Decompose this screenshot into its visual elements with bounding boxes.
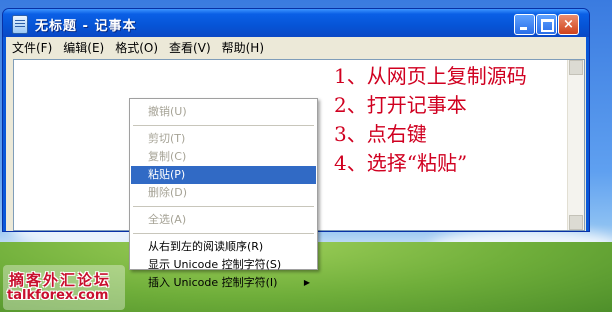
submenu-arrow-icon: ▶	[303, 278, 310, 287]
watermark-cn: 摘客外汇论坛	[9, 271, 112, 289]
menu-item-cut[interactable]: 剪切(T)	[131, 130, 316, 148]
menu-item-paste[interactable]: 粘贴(P)	[131, 166, 316, 184]
close-button[interactable]: ×	[558, 14, 579, 35]
instruction-text: 1、从网页上复制源码 2、打开记事本 3、点右键 4、选择“粘贴”	[334, 62, 527, 178]
menu-file[interactable]: 文件(F)	[12, 39, 52, 56]
menu-item-show-unicode[interactable]: 显示 Unicode 控制字符(S)	[131, 256, 316, 274]
menu-help[interactable]: 帮助(H)	[222, 39, 264, 56]
instruction-line: 4、选择“粘贴”	[334, 151, 468, 175]
menu-item-select-all[interactable]: 全选(A)	[131, 211, 316, 229]
scroll-up-button[interactable]	[569, 60, 583, 75]
menu-item-undo[interactable]: 撤销(U)	[131, 103, 316, 121]
scroll-down-button[interactable]	[569, 215, 583, 230]
menu-separator	[133, 233, 314, 234]
menu-bar: 文件(F) 编辑(E) 格式(O) 查看(V) 帮助(H)	[6, 37, 586, 57]
context-menu: 撤销(U) 剪切(T) 复制(C) 粘贴(P) 删除(D) 全选(A) 从右到左…	[129, 98, 318, 289]
notepad-icon[interactable]	[12, 15, 28, 34]
menu-item-insert-unicode[interactable]: 插入 Unicode 控制字符(I) ▶	[131, 274, 316, 292]
title-bar[interactable]: 无标题 - 记事本 ×	[3, 9, 589, 37]
menu-item-label: 插入 Unicode 控制字符(I)	[148, 276, 278, 289]
menu-edit[interactable]: 编辑(E)	[63, 39, 104, 56]
minimize-button[interactable]	[514, 14, 535, 35]
maximize-icon	[541, 19, 554, 32]
watermark-en: talkforex.com	[7, 288, 109, 303]
minimize-icon	[520, 27, 527, 30]
menu-item-rtl-reading[interactable]: 从右到左的阅读顺序(R)	[131, 238, 316, 256]
instruction-line: 3、点右键	[334, 122, 427, 146]
menu-item-copy[interactable]: 复制(C)	[131, 148, 316, 166]
menu-view[interactable]: 查看(V)	[169, 39, 211, 56]
instruction-line: 1、从网页上复制源码	[334, 64, 527, 88]
instruction-line: 2、打开记事本	[334, 93, 467, 117]
menu-item-delete[interactable]: 删除(D)	[131, 184, 316, 202]
maximize-button[interactable]	[536, 14, 557, 35]
menu-format[interactable]: 格式(O)	[115, 39, 158, 56]
window-title: 无标题 - 记事本	[35, 19, 137, 34]
vertical-scrollbar[interactable]	[567, 60, 584, 230]
menu-separator	[133, 206, 314, 207]
menu-separator	[133, 125, 314, 126]
